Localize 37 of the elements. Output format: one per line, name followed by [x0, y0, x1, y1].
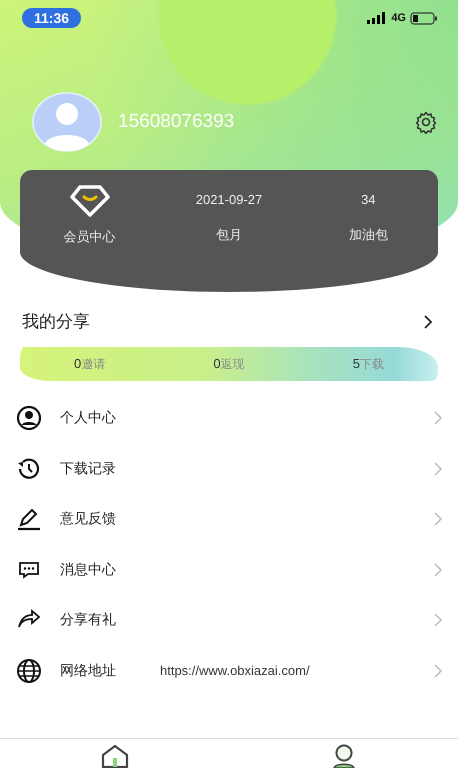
stat-count: 0	[74, 356, 82, 370]
card-label[interactable]: 加油包	[348, 226, 388, 244]
chevron-icon	[432, 410, 444, 426]
share-title[interactable]: 我的分享	[22, 310, 90, 333]
chevron-icon	[422, 314, 434, 330]
profile-icon	[330, 744, 356, 768]
card-label[interactable]: 包月	[216, 226, 242, 244]
chevron-icon	[432, 612, 444, 628]
card-value: 34	[361, 192, 376, 208]
stat-label: 邀请	[81, 356, 106, 372]
card-label[interactable]: 会员中心	[64, 228, 116, 246]
menu-item[interactable]: 意见反馈	[0, 494, 458, 544]
stat-label: 下载	[360, 356, 384, 372]
card-value: 2021-09-27	[196, 192, 262, 208]
stat-count: 0	[213, 356, 221, 370]
menu-item[interactable]: 个人中心	[0, 393, 458, 444]
menu-item[interactable]: 下载记录	[0, 444, 458, 494]
person-icon	[15, 404, 43, 432]
stat-label: 返现	[220, 356, 245, 372]
chevron-icon	[432, 460, 444, 477]
battery-icon	[410, 12, 438, 24]
menu-item[interactable]: 消息中心	[0, 544, 458, 595]
chevron-icon	[432, 562, 444, 578]
chevron-icon	[432, 511, 444, 528]
phone-number: 15608076393	[118, 111, 236, 133]
menu-item[interactable]: 网络地址 https://www.obxiazai.com/	[0, 646, 458, 696]
settings-icon[interactable]	[414, 110, 438, 134]
network-type: 4G	[391, 12, 406, 24]
stat-count: 5	[352, 356, 360, 370]
diamond-icon[interactable]	[70, 184, 110, 218]
url-text: https://www.obxiazai.com/	[160, 663, 310, 678]
chevron-icon	[432, 662, 444, 679]
home-icon	[100, 744, 130, 768]
menu-item[interactable]: 分享有礼	[0, 595, 458, 646]
signal-icon	[367, 12, 388, 24]
globe-icon	[15, 656, 43, 685]
status-time: 11:36	[22, 8, 82, 28]
